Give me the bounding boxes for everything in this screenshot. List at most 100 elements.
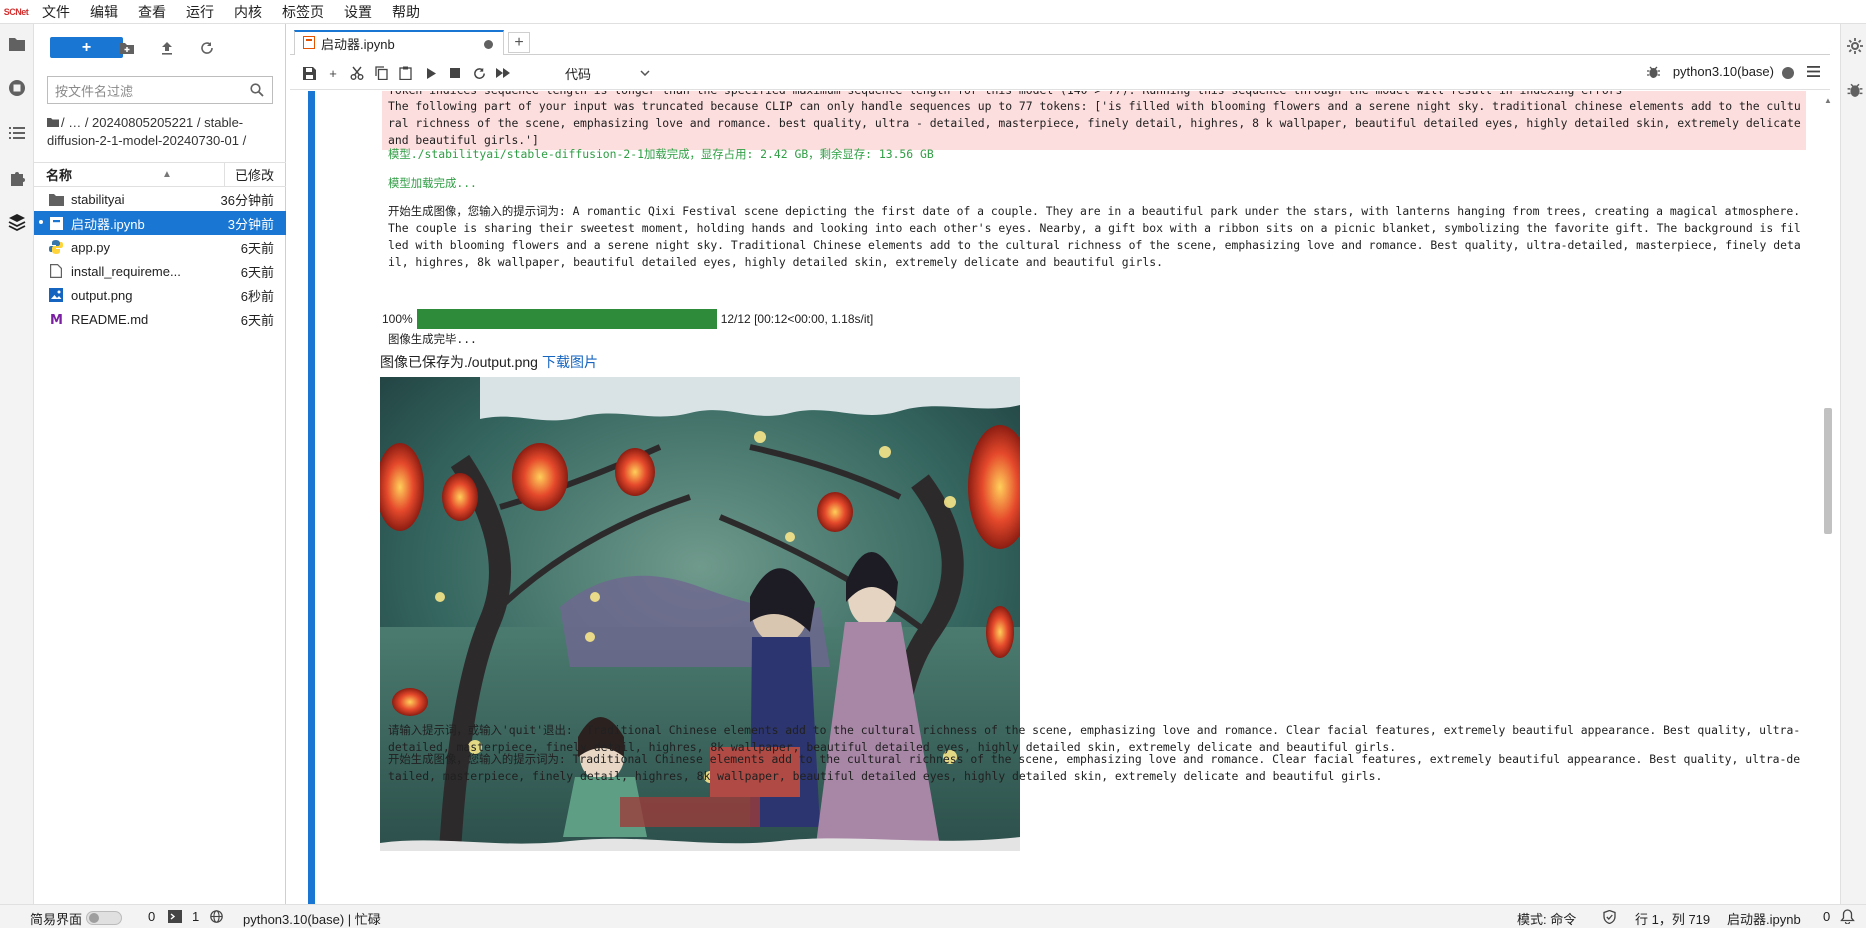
debugger-sidebar-icon[interactable] bbox=[1847, 82, 1863, 101]
breadcrumb-path[interactable]: / … / 20240805205221 / stable-diffusion-… bbox=[47, 115, 246, 148]
run-icon[interactable] bbox=[422, 64, 440, 82]
file-row[interactable]: install_requireme... 6天前 bbox=[34, 259, 286, 283]
copy-icon[interactable] bbox=[372, 64, 390, 82]
file-row[interactable]: stabilityai 36分钟前 bbox=[34, 187, 286, 211]
mode-indicator[interactable]: 模式: 命令 bbox=[1517, 909, 1576, 928]
file-row[interactable]: app.py 6天前 bbox=[34, 235, 286, 259]
filter-placeholder: 按文件名过滤 bbox=[55, 83, 134, 99]
running-dot-icon bbox=[39, 220, 43, 224]
scrollbar-thumb[interactable] bbox=[1824, 408, 1832, 534]
menu-icon[interactable] bbox=[1807, 65, 1820, 80]
stop-icon[interactable] bbox=[446, 64, 464, 82]
app-logo: SCNet bbox=[3, 6, 29, 17]
menu-tabs[interactable]: 标签页 bbox=[272, 0, 334, 24]
menu-run[interactable]: 运行 bbox=[176, 0, 224, 24]
fast-forward-icon[interactable] bbox=[494, 64, 512, 82]
column-name[interactable]: 名称 bbox=[34, 165, 235, 184]
simple-mode-label: 简易界面 bbox=[30, 912, 83, 927]
menu-help[interactable]: 帮助 bbox=[382, 0, 430, 24]
image-icon bbox=[48, 287, 64, 303]
column-divider[interactable] bbox=[224, 163, 225, 186]
vertical-scrollbar[interactable]: ▲ bbox=[1822, 96, 1834, 904]
svg-text:M: M bbox=[50, 313, 63, 326]
menu-settings[interactable]: 设置 bbox=[334, 0, 382, 24]
new-launcher-button[interactable]: + bbox=[50, 37, 123, 58]
menu-view[interactable]: 查看 bbox=[128, 0, 176, 24]
kernel-status-text[interactable]: python3.10(base) | 忙碌 bbox=[243, 909, 381, 928]
notebook-icon bbox=[48, 215, 64, 231]
file-modified: 6秒前 bbox=[240, 288, 274, 304]
menu-kernel[interactable]: 内核 bbox=[224, 0, 272, 24]
refresh-icon[interactable] bbox=[196, 37, 218, 59]
restart-icon[interactable] bbox=[470, 64, 488, 82]
folder-icon bbox=[48, 191, 64, 207]
breadcrumb[interactable]: / … / 20240805205221 / stable-diffusion-… bbox=[47, 114, 277, 150]
toggle-knob bbox=[89, 913, 99, 923]
generation-done-message: 图像生成完毕... bbox=[388, 332, 477, 346]
cut-icon[interactable] bbox=[348, 64, 366, 82]
kernel-count[interactable]: 0 bbox=[148, 909, 155, 924]
progress-percent: 100% bbox=[382, 312, 413, 326]
model-loaded-message: 模型./stabilityai/stable-diffusion-2-1加载完成… bbox=[388, 147, 934, 161]
cell-output-area: Token indices sequence length is longer … bbox=[290, 91, 1830, 904]
file-name: output.png bbox=[71, 287, 133, 303]
paste-icon[interactable] bbox=[396, 64, 414, 82]
menu-edit[interactable]: 编辑 bbox=[80, 0, 128, 24]
home-folder-icon[interactable] bbox=[47, 117, 59, 127]
file-row[interactable]: M README.md 6天前 bbox=[34, 307, 286, 331]
cell-type-value: 代码 bbox=[565, 66, 592, 82]
file-modified: 36分钟前 bbox=[220, 192, 274, 208]
terminal-icon[interactable] bbox=[168, 910, 182, 926]
insert-cell-icon[interactable]: + bbox=[324, 64, 342, 82]
file-browser: + 按文件名过滤 / … / 20240805205221 / stable-d… bbox=[34, 24, 286, 904]
file-icon bbox=[48, 263, 64, 279]
unsaved-dot-icon[interactable] bbox=[484, 40, 493, 49]
kernel-name[interactable]: python3.10(base) bbox=[1673, 64, 1774, 79]
menu-bar: SCNet 文件 编辑 查看 运行 内核 标签页 设置 帮助 bbox=[0, 0, 1866, 24]
notebook-panel: 启动器.ipynb + + 代码 python3.10(base) The fo… bbox=[290, 24, 1830, 904]
running-icon[interactable] bbox=[5, 76, 29, 100]
language-icon[interactable] bbox=[210, 910, 223, 926]
saved-text: 图像已保存为./output.png bbox=[380, 354, 538, 370]
file-row[interactable]: 启动器.ipynb 3分钟前 bbox=[34, 211, 286, 235]
file-name: install_requireme... bbox=[71, 263, 181, 279]
file-modified: 6天前 bbox=[240, 312, 274, 328]
upload-icon[interactable] bbox=[156, 37, 178, 59]
menu-file[interactable]: 文件 bbox=[32, 0, 80, 24]
folder-icon[interactable] bbox=[5, 32, 29, 56]
save-icon[interactable] bbox=[300, 64, 318, 82]
add-tab-button[interactable]: + bbox=[508, 32, 530, 53]
bell-icon[interactable] bbox=[1840, 909, 1855, 927]
new-folder-icon[interactable] bbox=[116, 37, 138, 59]
tab-notebook[interactable]: 启动器.ipynb bbox=[294, 30, 504, 55]
debugger-icon[interactable] bbox=[1647, 65, 1660, 82]
file-modified: 3分钟前 bbox=[227, 216, 274, 232]
terminal-count[interactable]: 1 bbox=[192, 909, 199, 924]
sort-ascending-icon[interactable]: ▲ bbox=[162, 169, 172, 180]
status-bar: 简易界面 0 1 python3.10(base) | 忙碌 模式: 命令 行 … bbox=[0, 904, 1866, 928]
file-name: stabilityai bbox=[71, 191, 125, 207]
stderr-truncation-warning: The following part of your input was tru… bbox=[388, 99, 1808, 147]
active-cell-indicator[interactable] bbox=[308, 91, 315, 904]
toc-icon[interactable] bbox=[5, 121, 29, 145]
scroll-up-icon[interactable]: ▲ bbox=[1824, 96, 1832, 105]
notification-count[interactable]: 0 bbox=[1823, 909, 1830, 924]
cell-type-select[interactable]: 代码 bbox=[565, 64, 650, 82]
left-sidebar bbox=[0, 24, 34, 904]
layers-icon[interactable] bbox=[5, 210, 29, 234]
shield-icon[interactable] bbox=[1603, 909, 1616, 927]
cursor-position[interactable]: 行 1，列 719 bbox=[1635, 909, 1710, 928]
simple-mode-toggle[interactable] bbox=[86, 911, 122, 925]
chevron-down-icon bbox=[640, 64, 650, 79]
column-modified[interactable]: 已修改 bbox=[235, 165, 286, 184]
filter-input[interactable]: 按文件名过滤 bbox=[47, 76, 273, 104]
file-row[interactable]: output.png 6秒前 bbox=[34, 283, 286, 307]
download-link[interactable]: 下载图片 bbox=[542, 354, 598, 370]
search-icon bbox=[250, 83, 264, 100]
property-inspector-icon[interactable] bbox=[1847, 38, 1863, 57]
markdown-icon: M bbox=[48, 311, 64, 327]
extension-icon[interactable] bbox=[5, 166, 29, 190]
progress-bar bbox=[416, 309, 717, 329]
saved-message: 图像已保存为./output.png 下载图片 bbox=[380, 352, 598, 372]
status-file-name: 启动器.ipynb bbox=[1727, 912, 1801, 927]
